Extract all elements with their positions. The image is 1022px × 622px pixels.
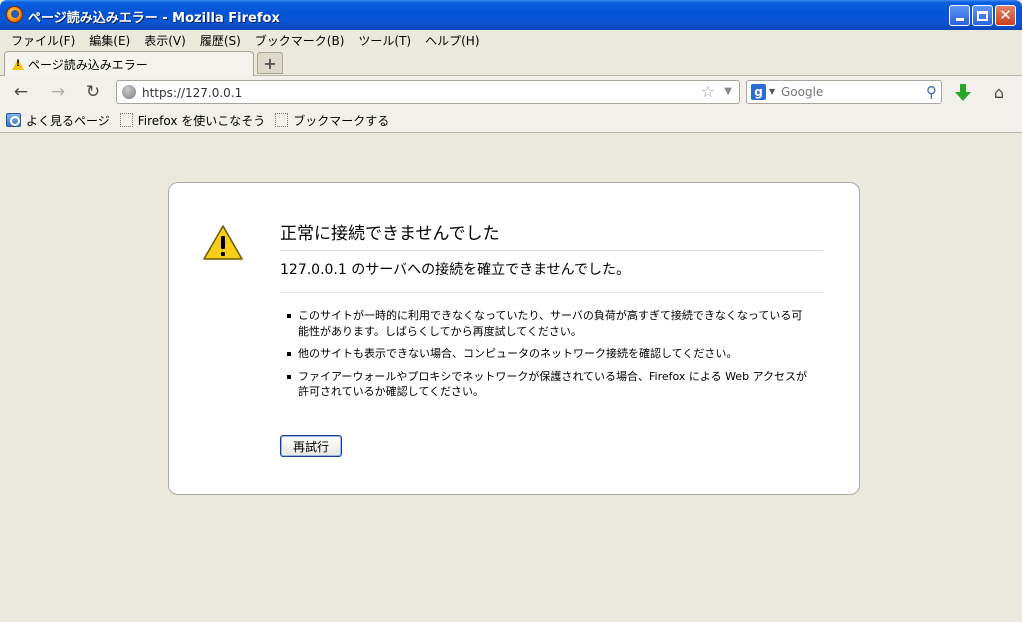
search-icon[interactable]: ⚲	[926, 83, 937, 101]
home-icon[interactable]: ⌂	[988, 82, 1010, 102]
url-history-dropdown-icon[interactable]: ▼	[724, 86, 732, 97]
back-icon[interactable]: ←	[10, 82, 32, 102]
menu-view[interactable]: 表示(V)	[137, 30, 193, 48]
close-button[interactable]: ✕	[995, 5, 1016, 26]
menu-edit[interactable]: 編集(E)	[82, 30, 137, 48]
list-item: 他のサイトも表示できない場合、コンピュータのネットワーク接続を確認してください。	[287, 346, 807, 362]
list-item: このサイトが一時的に利用できなくなっていたり、サーバの負荷が高すぎて接続できなく…	[287, 308, 807, 339]
page-content: 正常に接続できませんでした 127.0.0.1 のサーバへの接続を確立できません…	[0, 134, 1022, 622]
menu-bar: ファイル(F) 編集(E) 表示(V) 履歴(S) ブックマーク(B) ツール(…	[0, 30, 1022, 48]
menu-bookmarks[interactable]: ブックマーク(B)	[248, 30, 352, 48]
tab-strip: ページ読み込みエラー +	[0, 48, 1022, 77]
error-short-description: 127.0.0.1 のサーバへの接続を確立できませんでした。	[280, 262, 630, 278]
bookmarks-toolbar: よく見るページ Firefox を使いこなそう ブックマークする	[0, 108, 1022, 133]
bookmark-star-icon[interactable]: ☆	[701, 82, 715, 101]
search-engine-dropdown-icon[interactable]: ▼	[769, 87, 775, 96]
navigation-toolbar: ← → ↻ https://127.0.0.1 ☆ ▼ g ▼ ⚲ ⌂	[0, 76, 1022, 108]
close-icon: ✕	[999, 6, 1012, 24]
maximize-icon	[977, 10, 988, 21]
menu-tools[interactable]: ツール(T)	[351, 30, 418, 48]
bookmark-add[interactable]: ブックマークする	[275, 112, 389, 129]
window-title: ページ読み込みエラー - Mozilla Firefox	[28, 11, 280, 26]
search-engine-icon[interactable]: g	[751, 84, 766, 100]
bookmark-getting-started[interactable]: Firefox を使いこなそう	[119, 112, 266, 129]
bookmark-label: よく見るページ	[26, 113, 110, 128]
menu-help[interactable]: ヘルプ(H)	[418, 30, 486, 48]
download-icon[interactable]	[955, 84, 971, 102]
divider	[280, 292, 823, 293]
error-suggestions-list: このサイトが一時的に利用できなくなっていたり、サーバの負荷が高すぎて接続できなく…	[287, 308, 807, 407]
warning-icon	[203, 225, 243, 261]
bookmark-label: Firefox を使いこなそう	[137, 113, 266, 128]
tab-error-page[interactable]: ページ読み込みエラー	[4, 51, 254, 77]
minimize-button[interactable]	[949, 5, 970, 26]
firefox-logo-icon	[6, 6, 23, 23]
error-title: 正常に接続できませんでした	[280, 219, 823, 251]
page-icon	[119, 113, 133, 127]
page-icon	[275, 113, 289, 127]
bookmark-most-visited[interactable]: よく見るページ	[6, 112, 110, 129]
reload-icon[interactable]: ↻	[82, 82, 104, 102]
menu-file[interactable]: ファイル(F)	[4, 30, 82, 48]
minimize-icon	[955, 18, 964, 21]
menu-history[interactable]: 履歴(S)	[193, 30, 248, 48]
forward-icon[interactable]: →	[47, 82, 69, 102]
maximize-button[interactable]	[972, 5, 993, 26]
url-text[interactable]: https://127.0.0.1	[142, 86, 242, 100]
list-item: ファイアーウォールやプロキシでネットワークが保護されている場合、Firefox …	[287, 369, 807, 400]
new-tab-button[interactable]: +	[257, 52, 283, 74]
bookmark-label: ブックマークする	[293, 113, 390, 128]
window-titlebar[interactable]: ページ読み込みエラー - Mozilla Firefox ✕	[0, 0, 1022, 30]
url-bar[interactable]: https://127.0.0.1 ☆ ▼	[116, 80, 740, 104]
tab-label: ページ読み込みエラー	[28, 58, 148, 72]
site-identity-icon[interactable]	[122, 85, 136, 99]
retry-button[interactable]: 再試行	[280, 435, 342, 457]
warning-icon	[12, 59, 24, 70]
search-input[interactable]	[781, 84, 911, 100]
search-bar[interactable]: g ▼ ⚲	[746, 80, 942, 104]
smart-folder-icon	[6, 113, 21, 127]
error-page-container: 正常に接続できませんでした 127.0.0.1 のサーバへの接続を確立できません…	[168, 182, 860, 495]
